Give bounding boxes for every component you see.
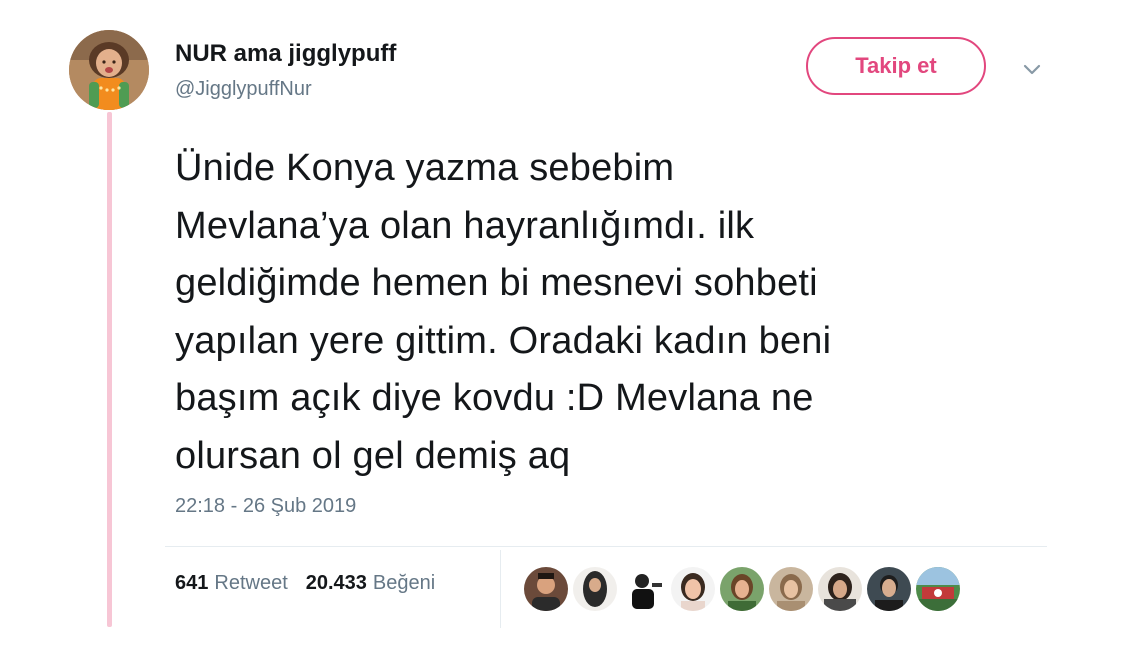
likes-label: Beğeni [372,572,436,594]
liker-avatar[interactable] [622,567,666,611]
liker-avatar[interactable] [720,567,764,611]
likes-count: 20.433 [305,572,367,594]
more-options-button[interactable] [1017,58,1047,82]
stats-separator [500,550,501,628]
divider [165,546,1047,547]
retweets-count: 641 [175,572,209,594]
display-name[interactable]: NUR ama jigglypuff [175,40,396,68]
liker-avatar[interactable] [671,567,715,611]
chevron-down-icon [1023,64,1041,75]
retweets-stat[interactable]: 641 Retweet [175,572,288,595]
liker-avatar[interactable] [573,567,617,611]
likers-avatars [524,567,965,611]
follow-button[interactable]: Takip et [806,37,986,95]
tweet-stats: 641 Retweet 20.433 Beğeni [175,572,435,595]
thread-line [107,112,112,627]
likes-stat[interactable]: 20.433 Beğeni [306,572,435,595]
liker-avatar[interactable] [818,567,862,611]
user-handle[interactable]: @JigglypuffNur [175,78,312,101]
avatar[interactable] [69,30,149,110]
retweets-label: Retweet [214,572,288,594]
tweet-text: Ünide Konya yazma sebebim Mevlana’ya ola… [175,147,832,477]
liker-avatar[interactable] [867,567,911,611]
liker-avatar[interactable] [524,567,568,611]
tweet-card: NUR ama jigglypuff @JigglypuffNur Takip … [0,0,1125,653]
tweet-timestamp[interactable]: 22:18 - 26 Şub 2019 [175,495,356,518]
liker-avatar[interactable] [769,567,813,611]
liker-avatar[interactable] [916,567,960,611]
